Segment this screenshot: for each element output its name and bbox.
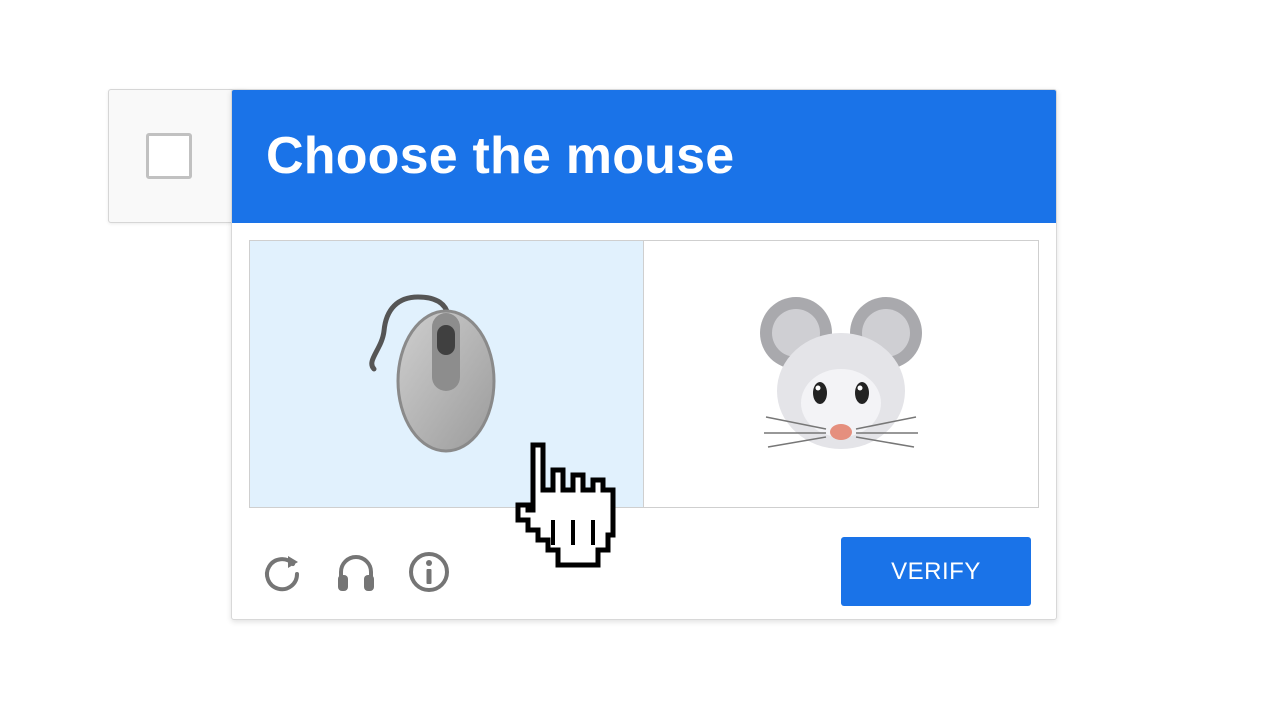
captcha-checkbox[interactable]: [146, 133, 192, 179]
captcha-dialog: Choose the mouse VERIFY: [231, 89, 1057, 620]
computer-mouse-icon: [369, 294, 496, 453]
captcha-checkbox-panel: [108, 89, 248, 223]
headphones-icon[interactable]: [334, 550, 378, 594]
verify-button[interactable]: VERIFY: [841, 537, 1031, 606]
choice-grid: [249, 240, 1039, 508]
tile-mouse-face[interactable]: [644, 240, 1039, 508]
challenge-header: Choose the mouse: [232, 90, 1056, 223]
hand-pointer-cursor-icon: [515, 442, 616, 568]
challenge-title: Choose the mouse: [266, 127, 735, 185]
reload-icon[interactable]: [260, 550, 304, 594]
mouse-face-icon: [760, 297, 922, 449]
info-icon[interactable]: [407, 550, 451, 594]
